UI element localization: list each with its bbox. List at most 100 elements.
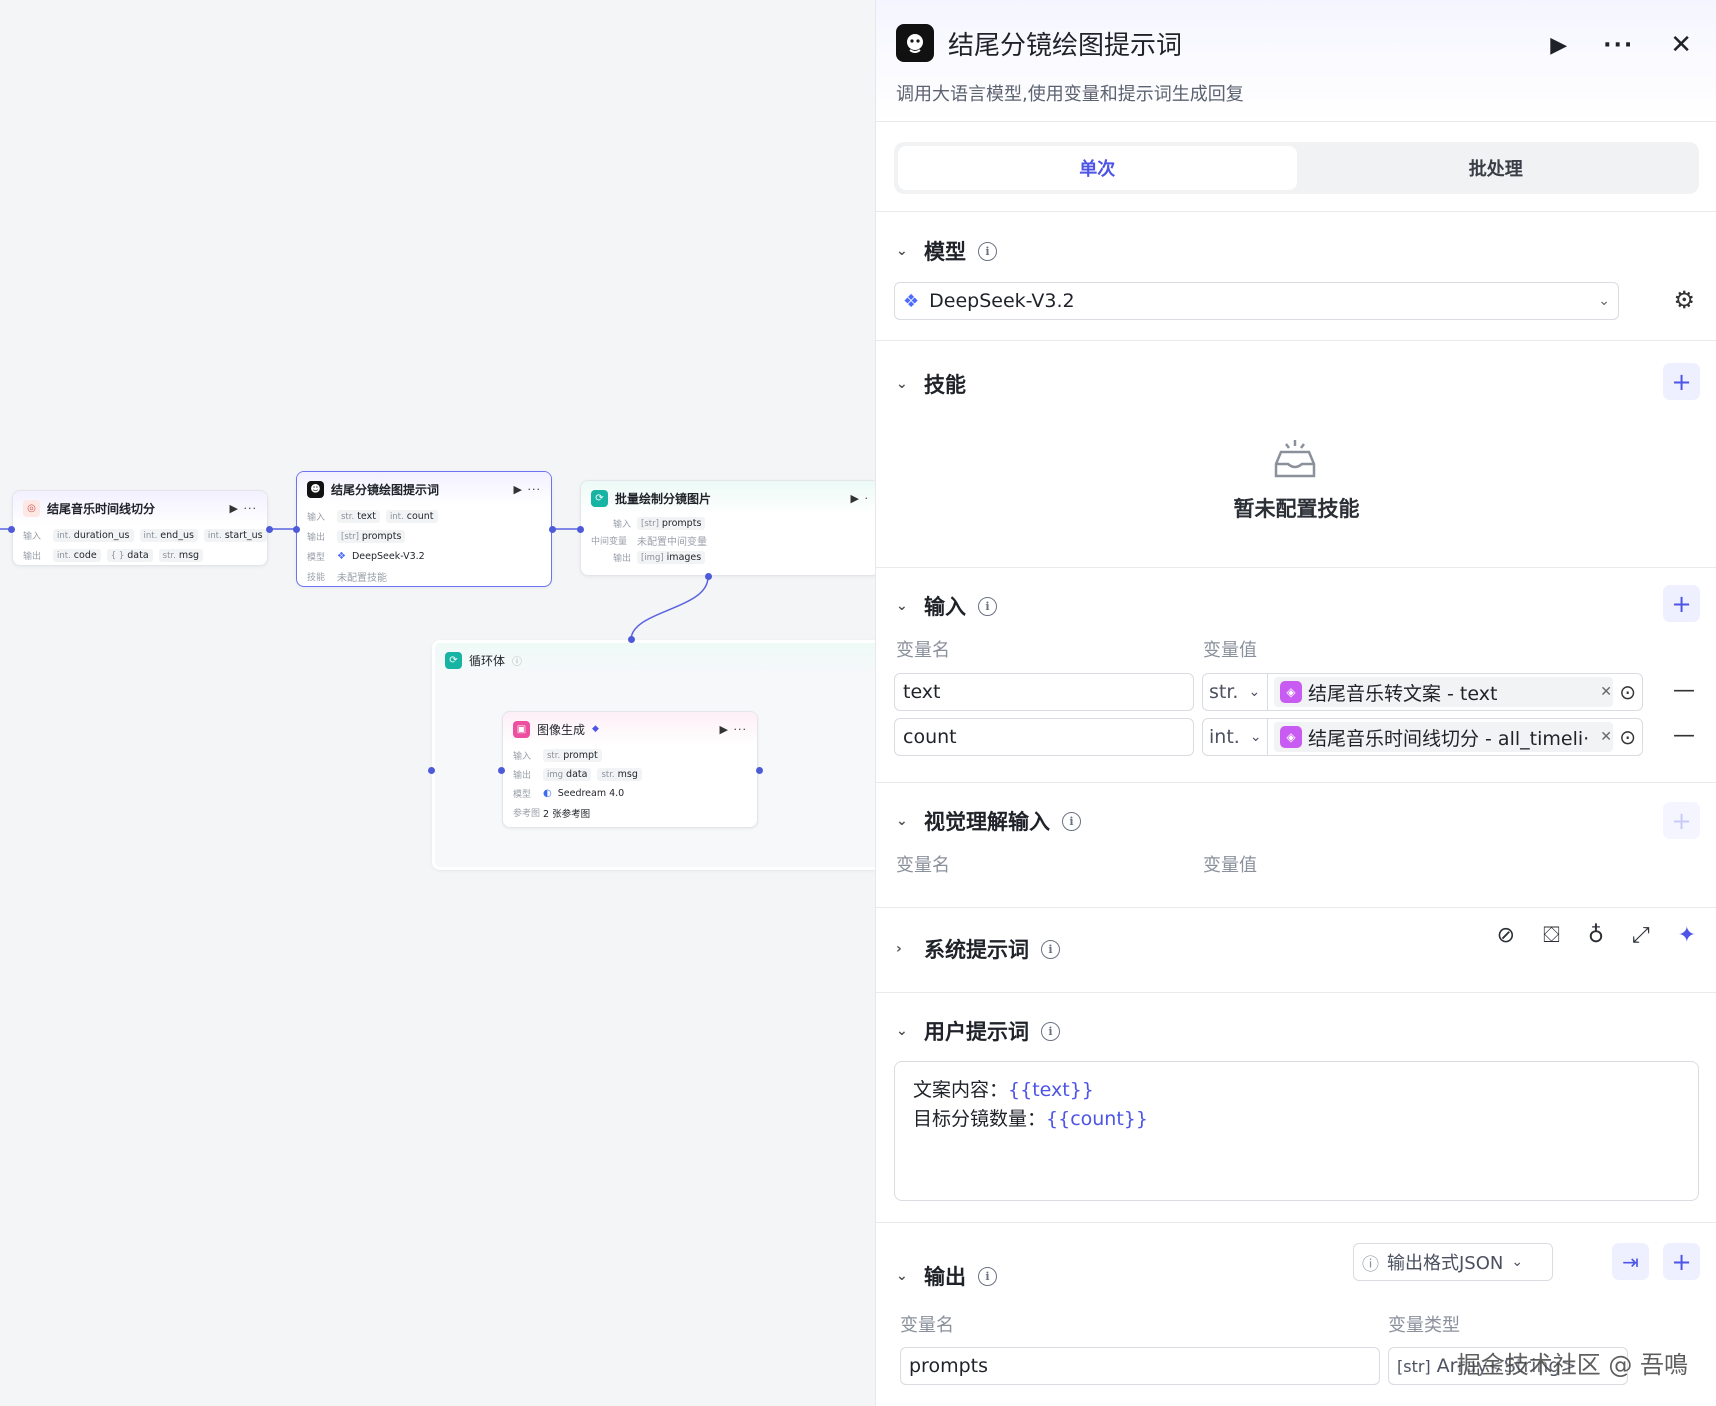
run-node-button[interactable]: ▶ · [851,492,869,505]
run-node-button[interactable]: ▶ ··· [720,723,747,736]
section-inputs: ⌄ 输入 i + 变量名 变量值 text str. ⌄ ◈ 结尾音乐转文案 -… [876,567,1716,783]
port-loop-top[interactable] [628,636,635,643]
section-title: 视觉理解输入 [924,810,1050,834]
llm-icon: ☻ [307,480,324,498]
workflow-canvas[interactable]: ◎ 结尾音乐时间线切分 ▶ ··· 输入 int. duration_us int… [0,0,875,1406]
tab-single[interactable]: 单次 [898,146,1297,190]
section-model: ⌄ 模型 i ❖ DeepSeek-V3.2 ⌄ ⚙ [876,211,1716,341]
info-icon[interactable]: i [1041,1021,1060,1041]
chevron-down-icon[interactable]: ⌄ [896,376,912,392]
panel-description[interactable]: 调用大语言模型,使用变量和提示词生成回复 [896,80,1244,106]
output-format-select[interactable]: ⓘ 输出格式JSON ⌄ [1353,1243,1553,1281]
watermark: 掘金技术社区 @ 吾鳴 [1456,1351,1688,1379]
node-image-gen[interactable]: ▣ 图像生成 ◆ ▶ ··· 输入 str. prompt 输出 img data … [502,711,758,828]
model-select[interactable]: ❖ DeepSeek-V3.2 ⌄ [894,282,1619,320]
section-title: 技能 [924,373,966,397]
info-icon[interactable]: i [978,596,997,616]
remove-input-button[interactable]: — [1673,723,1695,748]
run-mode-tabs: 单次 批处理 [894,142,1699,194]
node-timeline-split[interactable]: ◎ 结尾音乐时间线切分 ▶ ··· 输入 int. duration_us int… [12,490,268,566]
gear-icon[interactable]: ⚙ [1673,286,1695,314]
chevron-down-icon: ⌄ [1511,1254,1524,1270]
image-icon: ▣ [513,720,530,738]
add-skill-button[interactable]: + [1663,363,1700,400]
deepseek-icon: ❖ [337,550,346,562]
chevron-down-icon[interactable]: ⌄ [896,1268,912,1284]
port-n4-in[interactable] [498,767,505,774]
more-icon[interactable]: ··· [1603,33,1634,58]
add-vision-input-button[interactable]: + [1663,802,1700,839]
port-n2-in[interactable] [293,526,300,533]
port-n1-in[interactable] [8,526,15,533]
port-n4-out[interactable] [756,767,763,774]
info-icon[interactable]: i [1041,939,1060,959]
variable-picker-icon[interactable]: ⊙ [1619,680,1636,704]
node-storyboard-prompt[interactable]: ☻ 结尾分镜绘图提示词 ▶ ··· 输入 str. text int. count … [296,471,552,587]
info-icon: ⓘ [512,656,523,668]
port-n1-out[interactable] [266,526,273,533]
output-var-name[interactable]: prompts [900,1347,1380,1385]
node-batch-draw[interactable]: ⟳ 批量绘制分镜图片 ▶ · 输入 [str] prompts 中间变量 未配置中… [580,480,875,576]
chevron-down-icon: ⌄ [1248,684,1261,700]
deepseek-icon: ❖ [903,290,920,312]
variable-picker-icon[interactable]: ⊙ [1619,725,1636,749]
input-var-ref[interactable]: ◈ 结尾音乐时间线切分 - all_timeli··· ✕ ⊙ [1268,718,1643,756]
node-title: 批量绘制分镜图片 [615,491,712,506]
prompt-variable: {{text}} [1008,1079,1094,1101]
chevron-down-icon[interactable]: ⌄ [896,1023,912,1039]
run-node-button[interactable]: ▶ ··· [514,483,541,496]
section-title: 系统提示词 [924,938,1029,962]
input-var-ref[interactable]: ◈ 结尾音乐转文案 - text ✕ ⊙ [1268,673,1643,711]
clear-icon[interactable]: ✕ [1600,729,1612,745]
node-title: 图像生成 [537,722,586,737]
chevron-down-icon: ⌄ [1598,293,1610,309]
section-title: 模型 [924,240,966,264]
tab-batch[interactable]: 批处理 [1297,146,1696,190]
loop-icon: ⟳ [445,651,462,669]
chevron-right-icon[interactable]: › [896,941,912,957]
clear-icon[interactable]: ✕ [1600,684,1612,700]
port-n2-out[interactable] [549,526,556,533]
run-icon[interactable]: ▶ [1550,33,1567,58]
import-output-button[interactable]: ⇥ [1612,1243,1649,1280]
port-n3-in[interactable] [577,526,584,533]
panel-header: 结尾分镜绘图提示词 ▶ ··· ✕ 调用大语言模型,使用变量和提示词生成回复 [876,0,1716,122]
port-loop-in[interactable] [428,767,435,774]
empty-box-icon [1274,440,1316,478]
remove-input-button[interactable]: — [1673,678,1695,703]
node-config-panel: 结尾分镜绘图提示词 ▶ ··· ✕ 调用大语言模型,使用变量和提示词生成回复 单… [875,0,1716,1406]
port-n3-bottom[interactable] [705,573,712,580]
input-var-name[interactable]: count [894,718,1194,756]
info-icon[interactable]: i [1062,811,1081,831]
info-icon[interactable]: i [978,1266,997,1286]
chevron-down-icon[interactable]: ⌄ [896,813,912,829]
seedream-icon: ◐ [543,788,552,799]
llm-icon-graphic [907,34,923,53]
close-icon[interactable]: ✕ [1670,30,1692,60]
node-header: ☻ 结尾分镜绘图提示词 ▶ ··· [297,472,551,506]
add-output-button[interactable]: + [1663,1243,1700,1280]
code-icon: ◎ [23,499,40,517]
section-system-prompt: › 系统提示词 i [876,907,1716,993]
node-title: 结尾分镜绘图提示词 [331,482,440,497]
compass-icon[interactable]: ⊘ [1497,923,1515,948]
input-type-select[interactable]: str. ⌄ [1202,673,1268,711]
chevron-down-icon[interactable]: ⌄ [896,243,912,259]
node-outputs: 输出 int. code { } data str. msg [13,545,267,565]
input-var-name[interactable]: text [894,673,1194,711]
ai-sparkle-icon[interactable]: ✦ [1678,923,1696,948]
node-header: ▣ 图像生成 ◆ ▶ ··· [503,712,757,746]
info-icon[interactable]: i [978,241,997,261]
input-type-select[interactable]: int. ⌄ [1202,718,1268,756]
node-header: ⟳ 批量绘制分镜图片 ▶ · [581,481,875,515]
bulb-icon[interactable]: ♁ [1588,923,1604,948]
run-node-button[interactable]: ▶ ··· [230,502,257,515]
add-input-button[interactable]: + [1663,585,1700,622]
node-inputs: 输入 int. duration_us int. end_us int. start_… [13,525,267,545]
expand-icon[interactable]: ⤢ [1632,923,1650,948]
skills-empty-text: 暂未配置技能 [1233,497,1360,521]
panel-title[interactable]: 结尾分镜绘图提示词 [948,25,1182,62]
user-prompt-editor[interactable]: 文案内容：{{text}} 目标分镜数量：{{count}} [894,1061,1699,1201]
library-icon[interactable]: ⛋ [1543,923,1560,948]
chevron-down-icon[interactable]: ⌄ [896,598,912,614]
